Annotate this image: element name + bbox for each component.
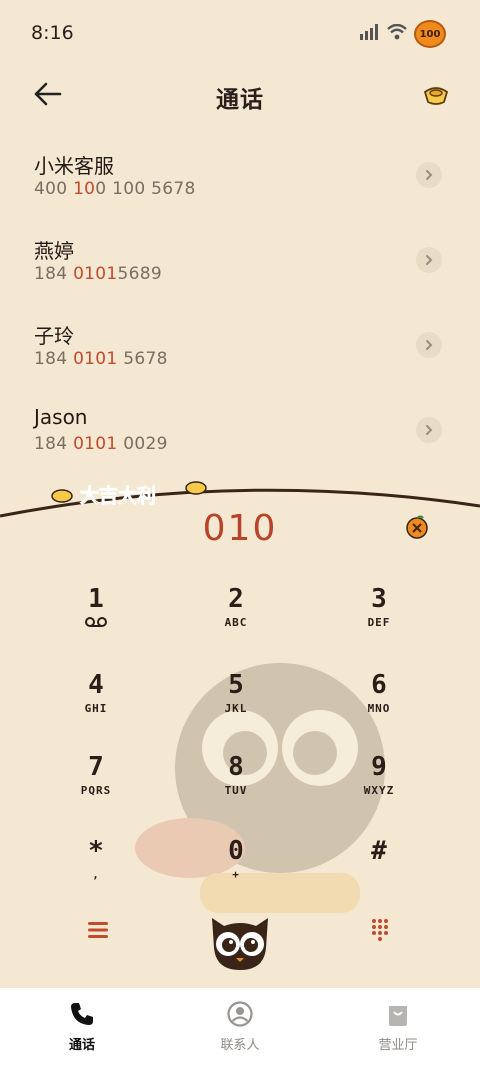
key-7[interactable]: 7 PQRS — [41, 752, 151, 832]
voicemail-icon — [41, 616, 151, 631]
call-list-item[interactable]: 小米客服 400 100 100 5678 — [0, 136, 480, 221]
contact-name: 燕婷 — [34, 239, 74, 263]
keypad-toggle-button[interactable] — [370, 918, 390, 942]
dialpad-icon — [372, 919, 388, 941]
key-5[interactable]: 5 JKL — [181, 670, 291, 750]
nav-tab-contacts[interactable]: 联系人 — [185, 998, 295, 1053]
call-list-item[interactable]: 子玲 184 0101 5678 — [0, 306, 480, 391]
page-title: 通话 — [216, 87, 264, 113]
contact-number: 184 0101 0029 — [34, 434, 168, 454]
contact-name: Jason — [34, 405, 88, 429]
key-letters: DEF — [367, 616, 391, 629]
dial-call-button[interactable] — [206, 908, 274, 974]
key-letters: ABC — [224, 616, 248, 629]
key-hash[interactable]: # — [324, 836, 434, 916]
bottom-navigation: 通话 联系人 营业厅 — [0, 988, 480, 1067]
chevron-right-icon — [426, 425, 433, 435]
status-icons: 100 — [360, 20, 446, 48]
key-digit: 8 — [228, 752, 244, 782]
key-digit: 3 — [371, 584, 387, 614]
nav-tab-store[interactable]: 营业厅 — [343, 998, 453, 1053]
contact-number: 184 01015689 — [34, 264, 162, 284]
chevron-right-icon — [426, 170, 433, 180]
key-letters: + — [232, 868, 240, 881]
key-letters: , — [92, 868, 100, 881]
menu-icon — [88, 922, 108, 938]
call-list-item[interactable]: Jason 184 0101 0029 — [0, 391, 480, 476]
key-digit: * — [88, 836, 104, 866]
status-time: 8:16 — [31, 22, 74, 44]
contact-number: 400 100 100 5678 — [34, 179, 196, 199]
battery-icon: 100 — [414, 20, 446, 48]
key-9[interactable]: 9 WXYZ — [324, 752, 434, 832]
key-3[interactable]: 3 DEF — [324, 584, 434, 664]
contact-number: 184 0101 5678 — [34, 349, 168, 369]
dial-pad-panel: 大吉大利 010 1 2 ABC 3 DEF 4 GHI 5 JKL 6 MNO… — [0, 478, 480, 988]
nav-label: 营业厅 — [378, 1038, 418, 1053]
nav-tab-calls[interactable]: 通话 — [27, 998, 137, 1053]
key-letters: PQRS — [80, 784, 112, 797]
wifi-icon — [387, 23, 407, 44]
key-digit: 0 — [228, 836, 244, 866]
festive-banner: 大吉大利 — [50, 476, 210, 512]
key-letters: JKL — [224, 702, 248, 715]
contact-icon — [185, 998, 295, 1030]
key-digit: # — [371, 836, 387, 866]
dial-actions — [0, 908, 480, 978]
banner-text: 大吉大利 — [80, 484, 156, 507]
key-1[interactable]: 1 — [41, 584, 151, 664]
key-letters: GHI — [84, 702, 108, 715]
detail-button[interactable] — [416, 417, 442, 443]
key-digit: 5 — [228, 670, 244, 700]
key-letters: WXYZ — [363, 784, 395, 797]
tangerine-icon — [406, 515, 428, 539]
keypad: 1 2 ABC 3 DEF 4 GHI 5 JKL 6 MNO 7 PQRS 8 — [0, 584, 480, 914]
detail-button[interactable] — [416, 247, 442, 273]
key-8[interactable]: 8 TUV — [181, 752, 291, 832]
call-list-item[interactable]: 燕婷 184 01015689 — [0, 221, 480, 306]
key-digit: 1 — [88, 584, 104, 614]
key-star[interactable]: * , — [41, 836, 151, 916]
gold-ingot-icon[interactable] — [422, 80, 450, 108]
menu-button[interactable] — [86, 918, 110, 942]
chevron-right-icon — [426, 255, 433, 265]
clear-button[interactable] — [404, 514, 430, 540]
contact-name: 子玲 — [34, 324, 74, 348]
key-4[interactable]: 4 GHI — [41, 670, 151, 750]
status-bar: 8:16 100 — [0, 0, 480, 66]
key-digit: 7 — [88, 752, 104, 782]
key-digit: 4 — [88, 670, 104, 700]
recent-call-list: 小米客服 400 100 100 5678 燕婷 184 01015689 子玲… — [0, 136, 480, 476]
key-letters: TUV — [224, 784, 248, 797]
chevron-right-icon — [426, 340, 433, 350]
cat-face-icon — [212, 918, 268, 970]
key-0[interactable]: 0 + — [181, 836, 291, 916]
key-6[interactable]: 6 MNO — [324, 670, 434, 750]
signal-icon — [360, 24, 380, 44]
key-2[interactable]: 2 ABC — [181, 584, 291, 664]
nav-label: 联系人 — [220, 1038, 260, 1053]
header: 通话 — [0, 66, 480, 122]
key-letters: MNO — [367, 702, 391, 715]
key-digit: 6 — [371, 670, 387, 700]
detail-button[interactable] — [416, 332, 442, 358]
key-digit: 9 — [371, 752, 387, 782]
nav-label: 通话 — [68, 1038, 95, 1053]
detail-button[interactable] — [416, 162, 442, 188]
contact-name: 小米客服 — [34, 154, 114, 178]
key-digit: 2 — [228, 584, 244, 614]
phone-icon — [27, 998, 137, 1030]
bag-icon — [343, 998, 453, 1030]
key-letters — [324, 868, 434, 880]
